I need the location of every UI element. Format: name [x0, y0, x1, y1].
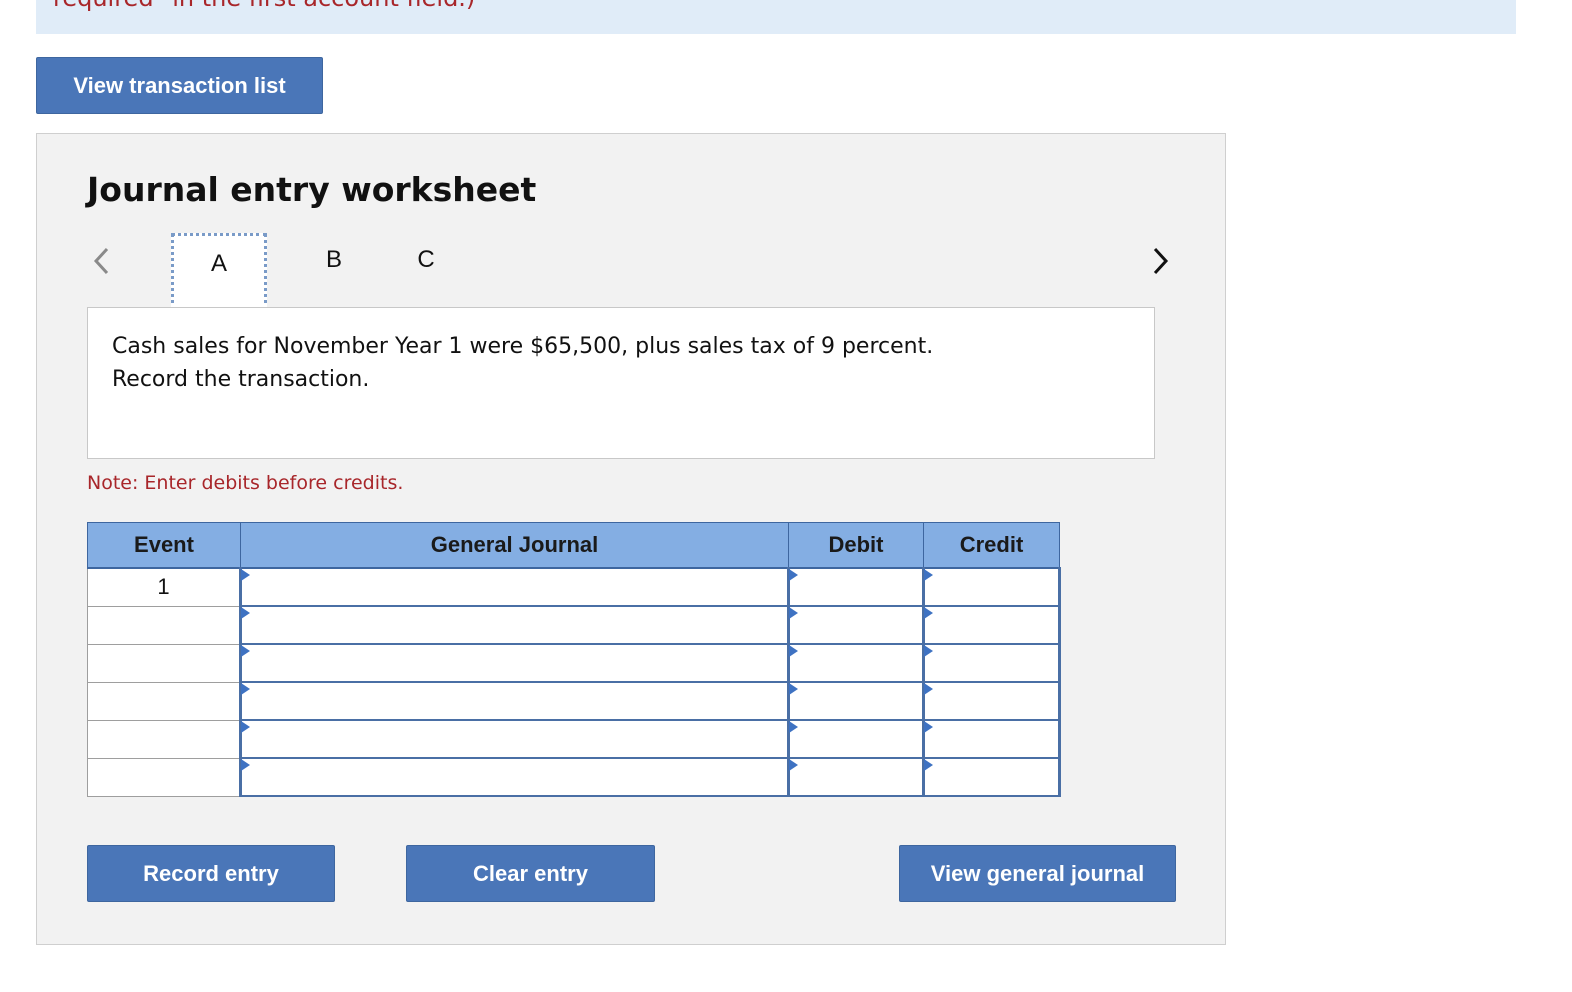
- credit-input[interactable]: [922, 605, 1061, 645]
- debit-input[interactable]: [787, 643, 925, 683]
- credit-input[interactable]: [922, 567, 1061, 607]
- header-credit: Credit: [923, 522, 1060, 569]
- debit-input[interactable]: [787, 719, 925, 759]
- tab-b-label: B: [325, 246, 342, 273]
- header-event: Event: [87, 522, 241, 569]
- tab-b[interactable]: B: [307, 233, 361, 309]
- chevron-right-icon[interactable]: [1146, 246, 1174, 276]
- table-header-row: Event General Journal Debit Credit: [87, 522, 1060, 569]
- question-line-2: Record the transaction.: [112, 367, 370, 392]
- account-input[interactable]: [239, 719, 790, 759]
- debit-input[interactable]: [787, 567, 925, 607]
- account-input[interactable]: [239, 605, 790, 645]
- table-row: [87, 757, 1061, 797]
- chevron-left-icon-svg: [93, 247, 109, 275]
- debit-input[interactable]: [787, 757, 925, 797]
- debit-input[interactable]: [787, 681, 925, 721]
- note-text: Note: Enter debits before credits.: [87, 472, 404, 494]
- credit-input[interactable]: [922, 757, 1061, 797]
- event-cell: [87, 643, 241, 683]
- instruction-banner: required" in the first account field.): [36, 0, 1516, 34]
- table-row: [87, 643, 1061, 683]
- event-cell: 1: [87, 567, 241, 607]
- credit-input[interactable]: [922, 643, 1061, 683]
- event-cell: [87, 719, 241, 759]
- worksheet-title: Journal entry worksheet: [87, 170, 537, 209]
- credit-input[interactable]: [922, 681, 1061, 721]
- tab-a-label: A: [210, 249, 227, 277]
- table-row: 1: [87, 567, 1061, 607]
- journal-entry-worksheet-panel: Journal entry worksheet A B C Cash sales…: [36, 133, 1226, 945]
- credit-input[interactable]: [922, 719, 1061, 759]
- tab-c[interactable]: C: [399, 233, 453, 309]
- transaction-description: Cash sales for November Year 1 were $65,…: [112, 330, 1122, 396]
- table-row: [87, 681, 1061, 721]
- event-cell: [87, 605, 241, 645]
- question-line-1: Cash sales for November Year 1 were $65,…: [112, 334, 934, 359]
- instruction-text: required" in the first account field.): [53, 0, 475, 12]
- account-input[interactable]: [239, 757, 790, 797]
- view-general-journal-button[interactable]: View general journal: [899, 845, 1176, 902]
- header-general-journal: General Journal: [240, 522, 789, 569]
- table-row: [87, 719, 1061, 759]
- event-cell: [87, 757, 241, 797]
- tab-a[interactable]: A: [171, 233, 267, 311]
- transaction-description-box: Cash sales for November Year 1 were $65,…: [87, 307, 1155, 459]
- chevron-left-icon[interactable]: [89, 246, 117, 276]
- clear-entry-button[interactable]: Clear entry: [406, 845, 655, 902]
- journal-entry-table: Event General Journal Debit Credit 1: [87, 522, 1061, 797]
- account-input[interactable]: [239, 643, 790, 683]
- chevron-right-icon-svg: [1153, 247, 1169, 275]
- tab-c-label: C: [417, 246, 435, 273]
- record-entry-button[interactable]: Record entry: [87, 845, 335, 902]
- account-input[interactable]: [239, 681, 790, 721]
- header-debit: Debit: [788, 522, 924, 569]
- debit-input[interactable]: [787, 605, 925, 645]
- table-row: [87, 605, 1061, 645]
- view-transaction-list-button[interactable]: View transaction list: [36, 57, 323, 114]
- account-input[interactable]: [239, 567, 790, 607]
- event-cell: [87, 681, 241, 721]
